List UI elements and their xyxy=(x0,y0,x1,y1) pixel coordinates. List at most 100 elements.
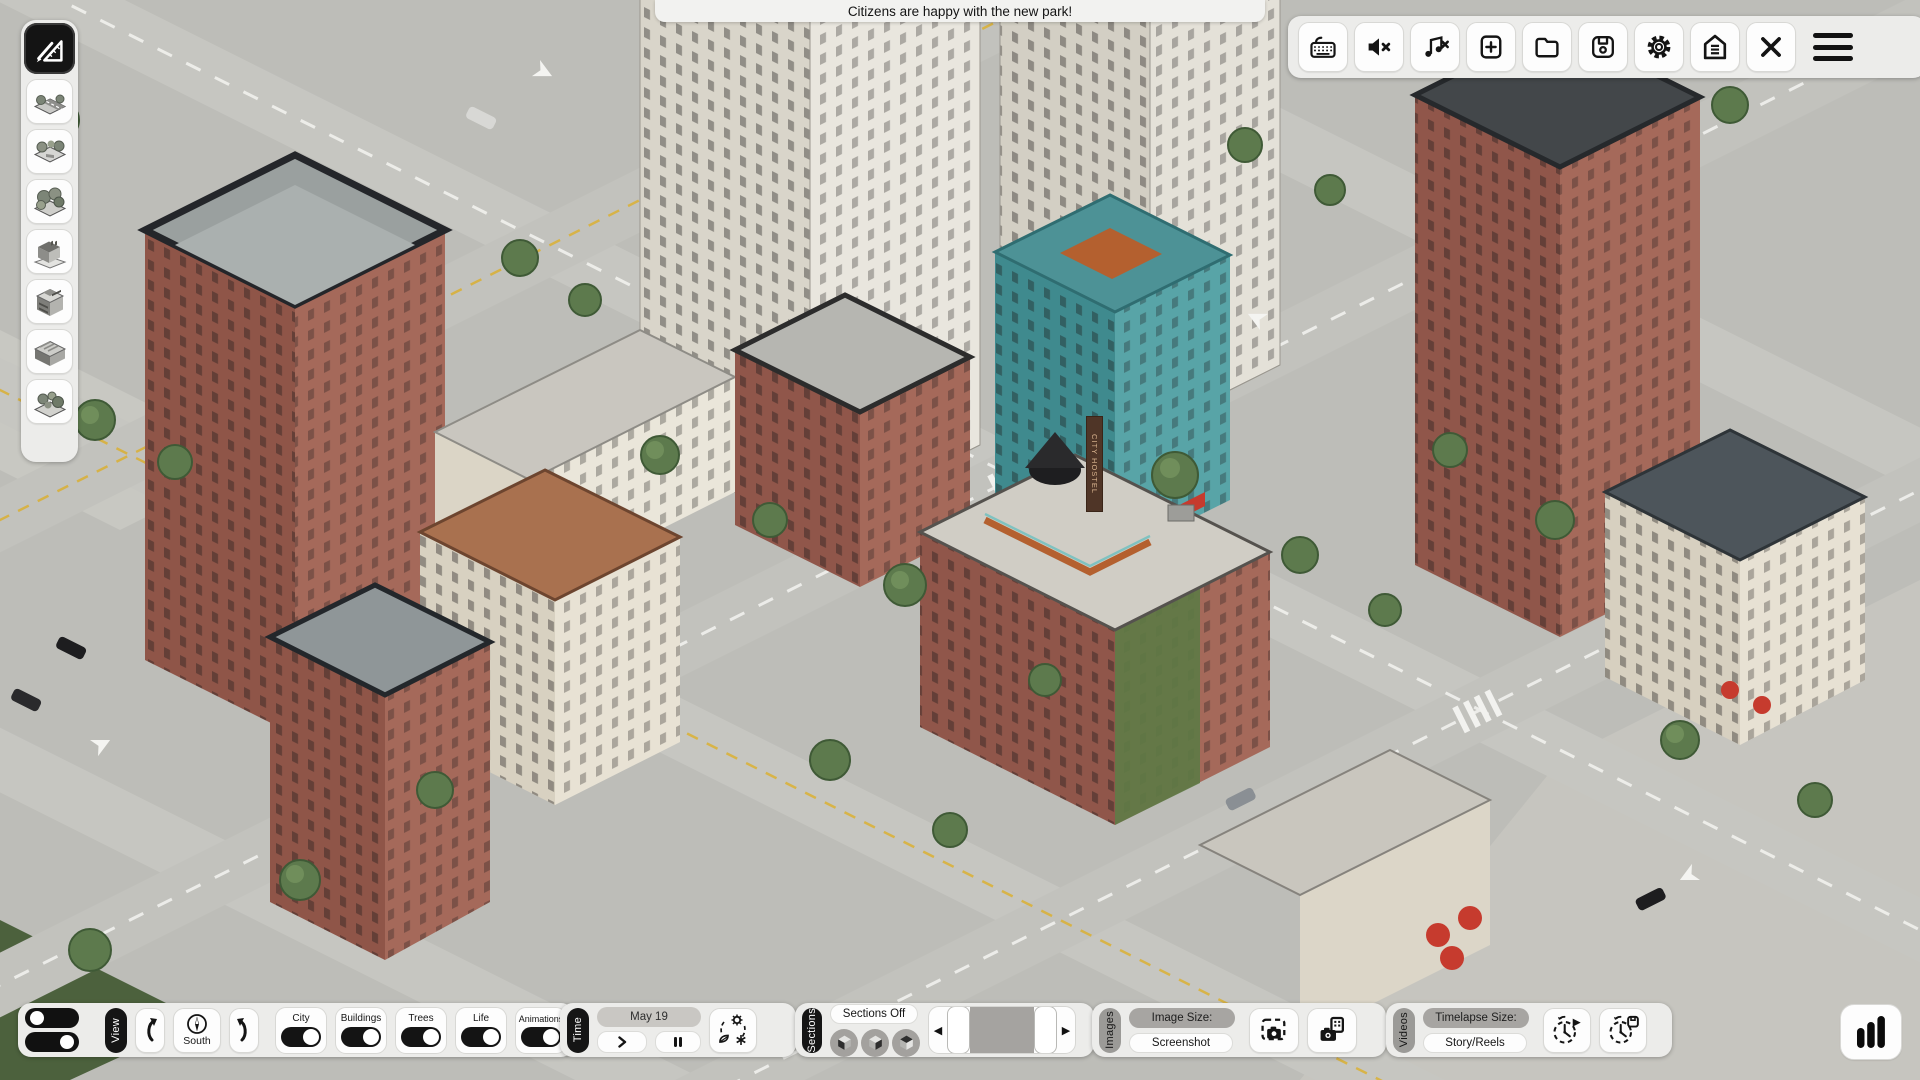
tool-bushes-button[interactable] xyxy=(26,379,73,424)
image-size-value[interactable]: Screenshot xyxy=(1129,1033,1233,1053)
range-left-arrow[interactable]: ◀ xyxy=(929,1024,947,1037)
trees-icon xyxy=(32,185,68,219)
trees-switch[interactable] xyxy=(401,1027,441,1047)
add-icon xyxy=(1476,32,1506,62)
save-button[interactable] xyxy=(1578,22,1628,72)
city-viewport[interactable] xyxy=(0,0,1920,1080)
seasons-cycle-icon xyxy=(716,1013,750,1047)
city-hostel-sign: CITY HOSTEL xyxy=(1086,416,1103,512)
view-panel: View South City Buil xyxy=(18,1003,574,1057)
cube-top-icon xyxy=(897,1033,916,1052)
time-panel: Time May 19 xyxy=(560,1003,796,1057)
close-icon xyxy=(1756,32,1786,62)
range-handle-left[interactable] xyxy=(947,1006,970,1054)
load-button[interactable] xyxy=(1522,22,1572,72)
notification-banner: Citizens are happy with the new park! xyxy=(655,0,1265,22)
music-mute-button[interactable] xyxy=(1410,22,1460,72)
section-z-button[interactable] xyxy=(892,1029,920,1057)
bushes-icon xyxy=(32,385,68,419)
tool-industrial-button[interactable] xyxy=(26,329,73,374)
small-building-icon xyxy=(32,235,68,269)
rotate-left-icon xyxy=(140,1015,160,1045)
life-switch[interactable] xyxy=(461,1027,501,1047)
settings-button[interactable] xyxy=(1634,22,1684,72)
toggle-trees[interactable]: Trees xyxy=(395,1007,447,1054)
music-off-icon xyxy=(1420,32,1450,62)
road-tile-icon xyxy=(32,85,68,119)
timelapse-size-value[interactable]: Story/Reels xyxy=(1423,1033,1527,1053)
compass-button[interactable]: South xyxy=(173,1008,221,1053)
range-handle-right[interactable] xyxy=(1034,1006,1057,1054)
screenshot-camera-icon xyxy=(1258,1014,1290,1046)
toggle-glyph xyxy=(25,1008,79,1028)
keyboard-shortcuts-button[interactable] xyxy=(1298,22,1348,72)
rotate-right-icon xyxy=(234,1015,254,1045)
toggle-city[interactable]: City xyxy=(275,1007,327,1054)
industrial-icon xyxy=(32,335,68,369)
videos-section-label: Videos xyxy=(1393,1008,1415,1053)
close-button[interactable] xyxy=(1746,22,1796,72)
cube-right-icon xyxy=(866,1033,885,1052)
top-toolbar xyxy=(1288,16,1920,78)
stats-button[interactable] xyxy=(1840,1004,1902,1060)
timelapse-size-label: Timelapse Size: xyxy=(1423,1008,1529,1028)
menu-icon xyxy=(1813,33,1853,38)
range-right-arrow[interactable]: ▶ xyxy=(1057,1024,1075,1037)
sections-status: Sections Off xyxy=(830,1004,918,1024)
play-button[interactable] xyxy=(597,1031,647,1053)
plaza-icon xyxy=(32,135,68,169)
section-x-button[interactable] xyxy=(830,1029,858,1057)
seasons-button[interactable] xyxy=(709,1008,757,1053)
screenshot-button[interactable] xyxy=(1249,1008,1299,1053)
tool-road-button[interactable] xyxy=(26,79,73,124)
speaker-off-icon xyxy=(1364,32,1394,62)
tool-trees-button[interactable] xyxy=(26,179,73,224)
new-city-button[interactable] xyxy=(1466,22,1516,72)
buildings-switch[interactable] xyxy=(341,1027,381,1047)
toggle-buildings[interactable]: Buildings xyxy=(335,1007,387,1054)
view-section-label: View xyxy=(105,1008,127,1053)
folder-icon xyxy=(1532,32,1562,62)
pause-button[interactable] xyxy=(655,1031,701,1053)
city-switch[interactable] xyxy=(281,1027,321,1047)
tool-plaza-button[interactable] xyxy=(26,129,73,174)
images-panel: Images Image Size: Screenshot xyxy=(1092,1003,1386,1057)
toggle-life[interactable]: Life xyxy=(455,1007,507,1054)
patch-notes-icon xyxy=(1700,32,1730,62)
images-section-label: Images xyxy=(1099,1008,1121,1053)
menu-button[interactable] xyxy=(1810,27,1856,67)
game-window: CITY HOSTEL Citizens are happy with the … xyxy=(0,0,1920,1080)
save-icon xyxy=(1588,32,1618,62)
notification-text: Citizens are happy with the new park! xyxy=(848,4,1072,19)
mixed-building-icon xyxy=(32,285,68,319)
timelapse-play-icon xyxy=(1551,1014,1583,1046)
range-track[interactable] xyxy=(970,1007,1034,1053)
rotate-left-button[interactable] xyxy=(135,1008,165,1053)
drafting-tools-icon xyxy=(31,30,69,68)
gear-icon xyxy=(1644,32,1674,62)
timelapse-save-icon xyxy=(1607,1014,1639,1046)
bar-chart-icon xyxy=(1852,1012,1890,1052)
build-sidebar xyxy=(21,20,78,462)
compass-direction: South xyxy=(183,1035,210,1047)
date-display: May 19 xyxy=(597,1007,701,1027)
section-range-slider[interactable]: ◀ ▶ xyxy=(928,1006,1076,1054)
tool-mixed-building-button[interactable] xyxy=(26,279,73,324)
building-photo-button[interactable] xyxy=(1307,1008,1357,1053)
app-logo[interactable] xyxy=(24,23,75,74)
animations-switch[interactable] xyxy=(521,1027,561,1047)
patch-notes-button[interactable] xyxy=(1690,22,1740,72)
timelapse-play-button[interactable] xyxy=(1543,1008,1591,1053)
timelapse-save-button[interactable] xyxy=(1599,1008,1647,1053)
videos-panel: Videos Timelapse Size: Story/Reels xyxy=(1386,1003,1672,1057)
image-size-label: Image Size: xyxy=(1129,1008,1235,1028)
ui-toggles-button[interactable] xyxy=(25,1008,81,1052)
rotate-right-button[interactable] xyxy=(229,1008,259,1053)
keyboard-icon xyxy=(1308,32,1338,62)
play-icon xyxy=(616,1036,628,1048)
time-section-label: Time xyxy=(567,1008,589,1053)
compass-icon xyxy=(186,1013,208,1035)
sound-mute-button[interactable] xyxy=(1354,22,1404,72)
tool-small-building-button[interactable] xyxy=(26,229,73,274)
section-y-button[interactable] xyxy=(861,1029,889,1057)
